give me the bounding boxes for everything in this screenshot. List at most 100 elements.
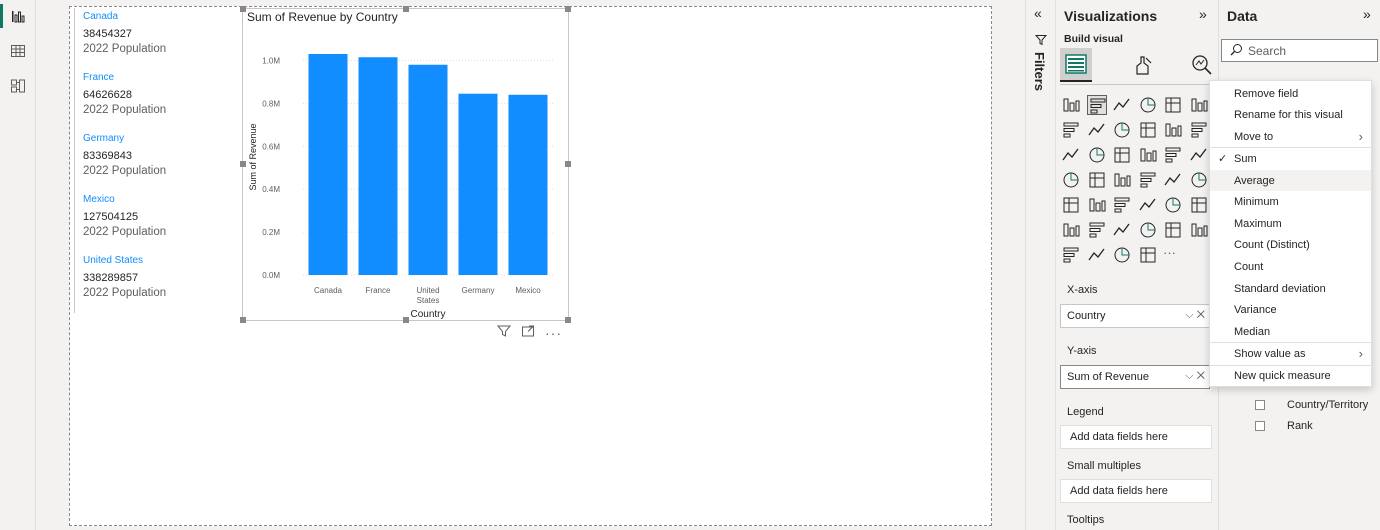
card-row: Mexico 127504125 2022 Population	[74, 191, 234, 252]
visual-type-icon[interactable]	[1061, 245, 1081, 265]
visual-type-icon[interactable]	[1061, 95, 1081, 115]
menu-item-rename[interactable]: Rename for this visual	[1210, 104, 1371, 125]
visual-type-icon[interactable]	[1189, 195, 1209, 215]
card-population-label: 2022 Population	[83, 226, 167, 238]
menu-item-sum[interactable]: ✓ Sum	[1210, 148, 1371, 169]
analytics-tab[interactable]	[1186, 48, 1218, 82]
visual-type-icon[interactable]	[1112, 220, 1132, 240]
chevron-down-icon[interactable]: ⌵	[1185, 370, 1193, 382]
field-country-territory[interactable]: Country/Territory	[1287, 399, 1368, 411]
collapse-left-icon[interactable]: «	[1034, 5, 1042, 21]
card-population-value: 127504125	[83, 211, 139, 223]
visual-type-icon[interactable]	[1112, 145, 1132, 165]
model-view-icon[interactable]	[0, 70, 36, 102]
visual-type-icon[interactable]	[1138, 245, 1158, 265]
xaxis-field-pill[interactable]: Country ⌵ ✕	[1060, 304, 1210, 328]
visual-type-icon[interactable]	[1163, 195, 1183, 215]
visual-type-icon[interactable]	[1189, 220, 1209, 240]
table-view-icon[interactable]	[0, 35, 36, 67]
visual-type-icon[interactable]	[1138, 145, 1158, 165]
visual-type-icon[interactable]	[1138, 120, 1158, 140]
visual-type-icon[interactable]	[1087, 195, 1107, 215]
search-placeholder: Search	[1248, 44, 1287, 58]
menu-item-minimum[interactable]: Minimum	[1210, 191, 1371, 212]
focus-mode-icon[interactable]	[521, 324, 535, 343]
menu-item-maximum[interactable]: Maximum	[1210, 213, 1371, 234]
collapse-right-icon[interactable]: »	[1199, 6, 1207, 22]
field-checkbox[interactable]	[1255, 400, 1265, 410]
visual-type-icon[interactable]	[1087, 220, 1107, 240]
visual-type-icon[interactable]	[1087, 245, 1107, 265]
format-visual-tab[interactable]	[1128, 48, 1160, 82]
visual-type-icon[interactable]	[1087, 145, 1107, 165]
visual-type-icon[interactable]	[1112, 95, 1132, 115]
visual-type-icon[interactable]	[1061, 195, 1081, 215]
visual-type-icon[interactable]	[1189, 120, 1209, 140]
report-view-icon[interactable]	[0, 0, 36, 32]
field-rank[interactable]: Rank	[1287, 420, 1313, 432]
left-nav-rail	[0, 0, 36, 530]
visual-type-icon[interactable]	[1086, 95, 1107, 115]
visual-type-icon[interactable]	[1112, 170, 1132, 190]
visual-type-icon[interactable]	[1087, 120, 1107, 140]
card-population-value: 38454327	[83, 28, 132, 40]
menu-item-label: Average	[1234, 175, 1275, 187]
field-actions: ⌵ ✕	[1185, 370, 1205, 383]
visual-type-icon[interactable]	[1061, 170, 1081, 190]
close-icon[interactable]: ✕	[1197, 370, 1205, 382]
chevron-down-icon[interactable]: ⌵	[1185, 309, 1193, 321]
close-icon[interactable]: ✕	[1197, 309, 1205, 321]
menu-item-move-to[interactable]: Move to ›	[1210, 126, 1371, 147]
small-multiples-drop-zone[interactable]: Add data fields here	[1060, 479, 1212, 503]
menu-item-variance[interactable]: Variance	[1210, 299, 1371, 320]
visual-type-icon[interactable]	[1112, 195, 1132, 215]
menu-item-standard-deviation[interactable]: Standard deviation	[1210, 278, 1371, 299]
menu-item-median[interactable]: Median	[1210, 321, 1371, 342]
menu-item-remove-field[interactable]: Remove field	[1210, 83, 1371, 104]
search-input[interactable]: Search	[1221, 39, 1378, 62]
data-pane-title: Data	[1227, 8, 1258, 24]
yaxis-field-name: Sum of Revenue	[1067, 371, 1149, 383]
menu-item-average[interactable]: Average	[1210, 170, 1371, 191]
visual-type-icon[interactable]	[1163, 120, 1183, 140]
card-row: Canada 38454327 2022 Population	[74, 8, 234, 69]
visual-type-icon[interactable]	[1163, 145, 1183, 165]
visual-type-icon[interactable]	[1163, 95, 1183, 115]
card-country-name: Germany	[83, 133, 125, 144]
visual-type-icon[interactable]	[1138, 220, 1158, 240]
card-country-name: United States	[83, 255, 144, 266]
visual-type-icon[interactable]	[1138, 170, 1158, 190]
visual-type-icon[interactable]	[1061, 120, 1081, 140]
visual-type-icon[interactable]	[1163, 220, 1183, 240]
visual-type-icon[interactable]	[1189, 95, 1209, 115]
visual-type-icon[interactable]	[1138, 195, 1158, 215]
visual-type-icon[interactable]	[1163, 170, 1183, 190]
filters-pane-collapsed[interactable]: « Filters	[1025, 0, 1055, 530]
legend-drop-zone[interactable]: Add data fields here	[1060, 425, 1212, 449]
search-icon	[1230, 43, 1243, 59]
visual-type-icon[interactable]	[1112, 120, 1132, 140]
filter-icon[interactable]	[496, 324, 512, 343]
visual-type-icon[interactable]	[1087, 170, 1107, 190]
bar-canada	[308, 54, 348, 275]
menu-item-label: Move to	[1234, 131, 1274, 143]
more-options-icon[interactable]: ···	[545, 325, 562, 341]
menu-item-show-value-as[interactable]: Show value as ›	[1210, 343, 1371, 364]
visual-type-icon[interactable]	[1061, 145, 1081, 165]
visual-type-icon[interactable]	[1138, 95, 1158, 115]
visual-type-icon[interactable]	[1189, 145, 1209, 165]
more-visuals-icon[interactable]: ···	[1163, 245, 1183, 265]
visual-type-icon[interactable]	[1112, 245, 1132, 265]
bar-chart-visual[interactable]: 0.0M 0.2M 0.4M 0.6M 0.8M 1.0M Canada France Unit…	[240, 6, 571, 323]
visual-type-icon[interactable]	[1061, 220, 1081, 240]
menu-item-count[interactable]: Count	[1210, 256, 1371, 277]
field-checkbox[interactable]	[1255, 421, 1265, 431]
card-row: United States 338289857 2022 Population	[74, 252, 234, 313]
multi-row-card[interactable]: Canada 38454327 2022 Population France 6…	[74, 8, 234, 313]
visual-type-icon[interactable]	[1189, 170, 1209, 190]
yaxis-field-pill[interactable]: Sum of Revenue ⌵ ✕	[1060, 365, 1210, 389]
menu-item-new-quick-measure[interactable]: New quick measure	[1210, 365, 1371, 386]
build-visual-tab[interactable]	[1060, 48, 1092, 82]
menu-item-count-distinct[interactable]: Count (Distinct)	[1210, 234, 1371, 255]
collapse-right-icon[interactable]: »	[1363, 6, 1371, 22]
